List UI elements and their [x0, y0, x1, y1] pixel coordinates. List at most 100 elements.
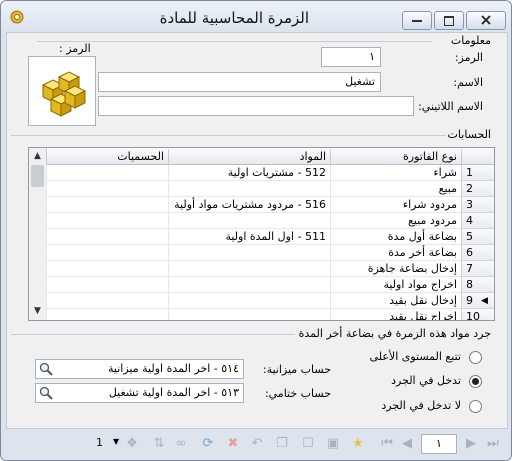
name-input[interactable]: تشغيل	[98, 72, 381, 92]
save-icon[interactable]: ▣	[325, 436, 341, 452]
undo-icon[interactable]: ↶	[249, 436, 265, 452]
radio-exclude-inventory-label[interactable]: لا تدخل في الجرد	[381, 399, 461, 412]
discount-cell[interactable]	[46, 245, 168, 261]
close-button[interactable]	[466, 11, 506, 30]
accounts-table[interactable]: ▲ ▼ الحسميات المواد نوع الفاتورة 512 - م…	[28, 147, 495, 321]
accounts-section-title: الحسابات	[445, 128, 493, 141]
refresh-icon[interactable]: ⟳	[200, 436, 216, 452]
discount-cell[interactable]	[46, 277, 168, 293]
code-input[interactable]: ١	[321, 47, 381, 67]
material-cell[interactable]	[168, 293, 330, 309]
cubes-icon	[41, 71, 87, 117]
material-cell[interactable]: 516 - مردود مشتريات مواد أولية	[168, 197, 330, 213]
new-icon[interactable]: ☐	[300, 436, 316, 452]
table-scrollbar[interactable]: ▲ ▼	[29, 148, 47, 320]
row-number: 10	[461, 309, 494, 320]
closing-account-value: ٥١٣ - اخر المدة اولية تشغيل	[108, 386, 239, 399]
gear-icon[interactable]	[9, 9, 25, 28]
info-section-title: معلومات	[448, 34, 493, 47]
row-number: 4	[461, 213, 494, 229]
column-header-materials[interactable]: المواد	[168, 149, 330, 165]
material-cell[interactable]	[168, 245, 330, 261]
discount-cell[interactable]	[46, 165, 168, 181]
first-record-icon[interactable]: ⏮	[379, 436, 395, 452]
discount-cell[interactable]	[46, 197, 168, 213]
column-header-discounts[interactable]: الحسميات	[46, 149, 168, 165]
column-header-invoice-type[interactable]: نوع الفاتورة	[330, 149, 461, 165]
row-number: 2	[461, 181, 494, 197]
maximize-icon	[444, 16, 454, 26]
invoice-type-cell[interactable]: اخراج مواد اولية	[330, 277, 461, 293]
balance-account-field[interactable]: ٥١٤ - اخر المدة اولية ميزانية	[35, 359, 244, 379]
closing-account-label: حساب ختامي:	[264, 387, 331, 400]
material-cell[interactable]	[168, 277, 330, 293]
discount-cell[interactable]	[46, 213, 168, 229]
invoice-type-cell[interactable]: إدخال بضاعة جاهزة	[330, 261, 461, 277]
row-number: 5	[461, 229, 494, 245]
main-window: الزمرة المحاسبية للمادة معلومات الرمز :	[0, 0, 512, 461]
radio-follow-parent-label[interactable]: تتبع المستوى الأعلى	[370, 350, 461, 363]
material-cell[interactable]	[168, 213, 330, 229]
balance-account-label: حساب ميزانية:	[262, 363, 331, 376]
page-number[interactable]: 1	[96, 436, 103, 449]
record-number-input[interactable]: ١	[421, 434, 457, 454]
latin-name-input[interactable]	[98, 96, 414, 116]
row-number: 7	[461, 261, 494, 277]
previous-record-icon[interactable]: ◀	[399, 436, 415, 452]
radio-include-inventory-label[interactable]: تدخل في الجرد	[391, 374, 461, 387]
scroll-up-arrow[interactable]: ▲	[29, 148, 46, 164]
minimize-icon	[412, 20, 422, 22]
invoice-type-cell[interactable]: اخراج نقل بقيد	[330, 309, 461, 320]
maximize-button[interactable]	[434, 11, 464, 30]
invoice-type-cell[interactable]: شراء	[330, 165, 461, 181]
title-bar: الزمرة المحاسبية للمادة	[1, 1, 511, 33]
discount-cell[interactable]	[46, 181, 168, 197]
row-number: 1	[461, 165, 494, 181]
discount-cell[interactable]	[46, 261, 168, 277]
page-dropdown-icon[interactable]: ▼	[113, 437, 119, 446]
invoice-type-cell[interactable]: مردود شراء	[330, 197, 461, 213]
material-cell[interactable]: 511 - اول المدة اولية	[168, 229, 330, 245]
radio-include-inventory[interactable]	[469, 375, 482, 388]
inventory-divider	[11, 334, 295, 335]
link-icon[interactable]: ∞	[173, 436, 189, 452]
discount-cell[interactable]	[46, 309, 168, 320]
sort-icon[interactable]: ⇅	[151, 436, 167, 452]
row-number: 6	[461, 245, 494, 261]
invoice-type-cell[interactable]: إدخال نقل بقيد	[330, 293, 461, 309]
invoice-type-cell[interactable]: مبيع	[330, 181, 461, 197]
invoice-type-cell[interactable]: بضاعة أخر مدة	[330, 245, 461, 261]
tools-icon[interactable]: ❖	[124, 436, 140, 452]
material-cell[interactable]	[168, 261, 330, 277]
code-label: الرمز:	[454, 51, 483, 64]
column-header-index	[461, 149, 494, 165]
radio-exclude-inventory[interactable]	[469, 400, 482, 413]
invoice-type-cell[interactable]: مردود مبيع	[330, 213, 461, 229]
material-cell[interactable]	[168, 309, 330, 320]
search-icon[interactable]	[39, 386, 53, 403]
star-icon[interactable]: ★	[350, 436, 366, 452]
balance-account-value: ٥١٤ - اخر المدة اولية ميزانية	[108, 362, 239, 375]
search-icon[interactable]	[39, 362, 53, 379]
last-record-icon[interactable]: ⏭	[485, 436, 501, 452]
copy-icon[interactable]: ❐	[274, 436, 290, 452]
latin-name-label: الاسم اللاتيني:	[418, 100, 483, 113]
bottom-toolbar: 1 ▼ ❖ ⇅ ∞ ⟳ ✖ ↶ ❐ ☐ ▣ ★ ⏮ ◀ ١ ▶ ⏭	[1, 429, 511, 460]
symbol-box[interactable]	[28, 56, 96, 126]
close-icon	[481, 15, 491, 25]
next-record-icon[interactable]: ▶	[463, 436, 479, 452]
material-cell[interactable]: 512 - مشتريات اولية	[168, 165, 330, 181]
discount-cell[interactable]	[46, 293, 168, 309]
row-number: 9	[461, 293, 494, 309]
radio-follow-parent[interactable]	[469, 351, 482, 364]
material-cell[interactable]	[168, 181, 330, 197]
scroll-down-arrow[interactable]: ▼	[29, 303, 46, 319]
closing-account-field[interactable]: ٥١٣ - اخر المدة اولية تشغيل	[35, 383, 244, 403]
scroll-thumb[interactable]	[31, 165, 44, 187]
info-divider	[37, 41, 432, 42]
invoice-type-cell[interactable]: بضاعة أول مدة	[330, 229, 461, 245]
minimize-button[interactable]	[402, 11, 432, 30]
discount-cell[interactable]	[46, 229, 168, 245]
delete-icon[interactable]: ✖	[225, 436, 241, 452]
accounts-divider	[11, 135, 451, 136]
